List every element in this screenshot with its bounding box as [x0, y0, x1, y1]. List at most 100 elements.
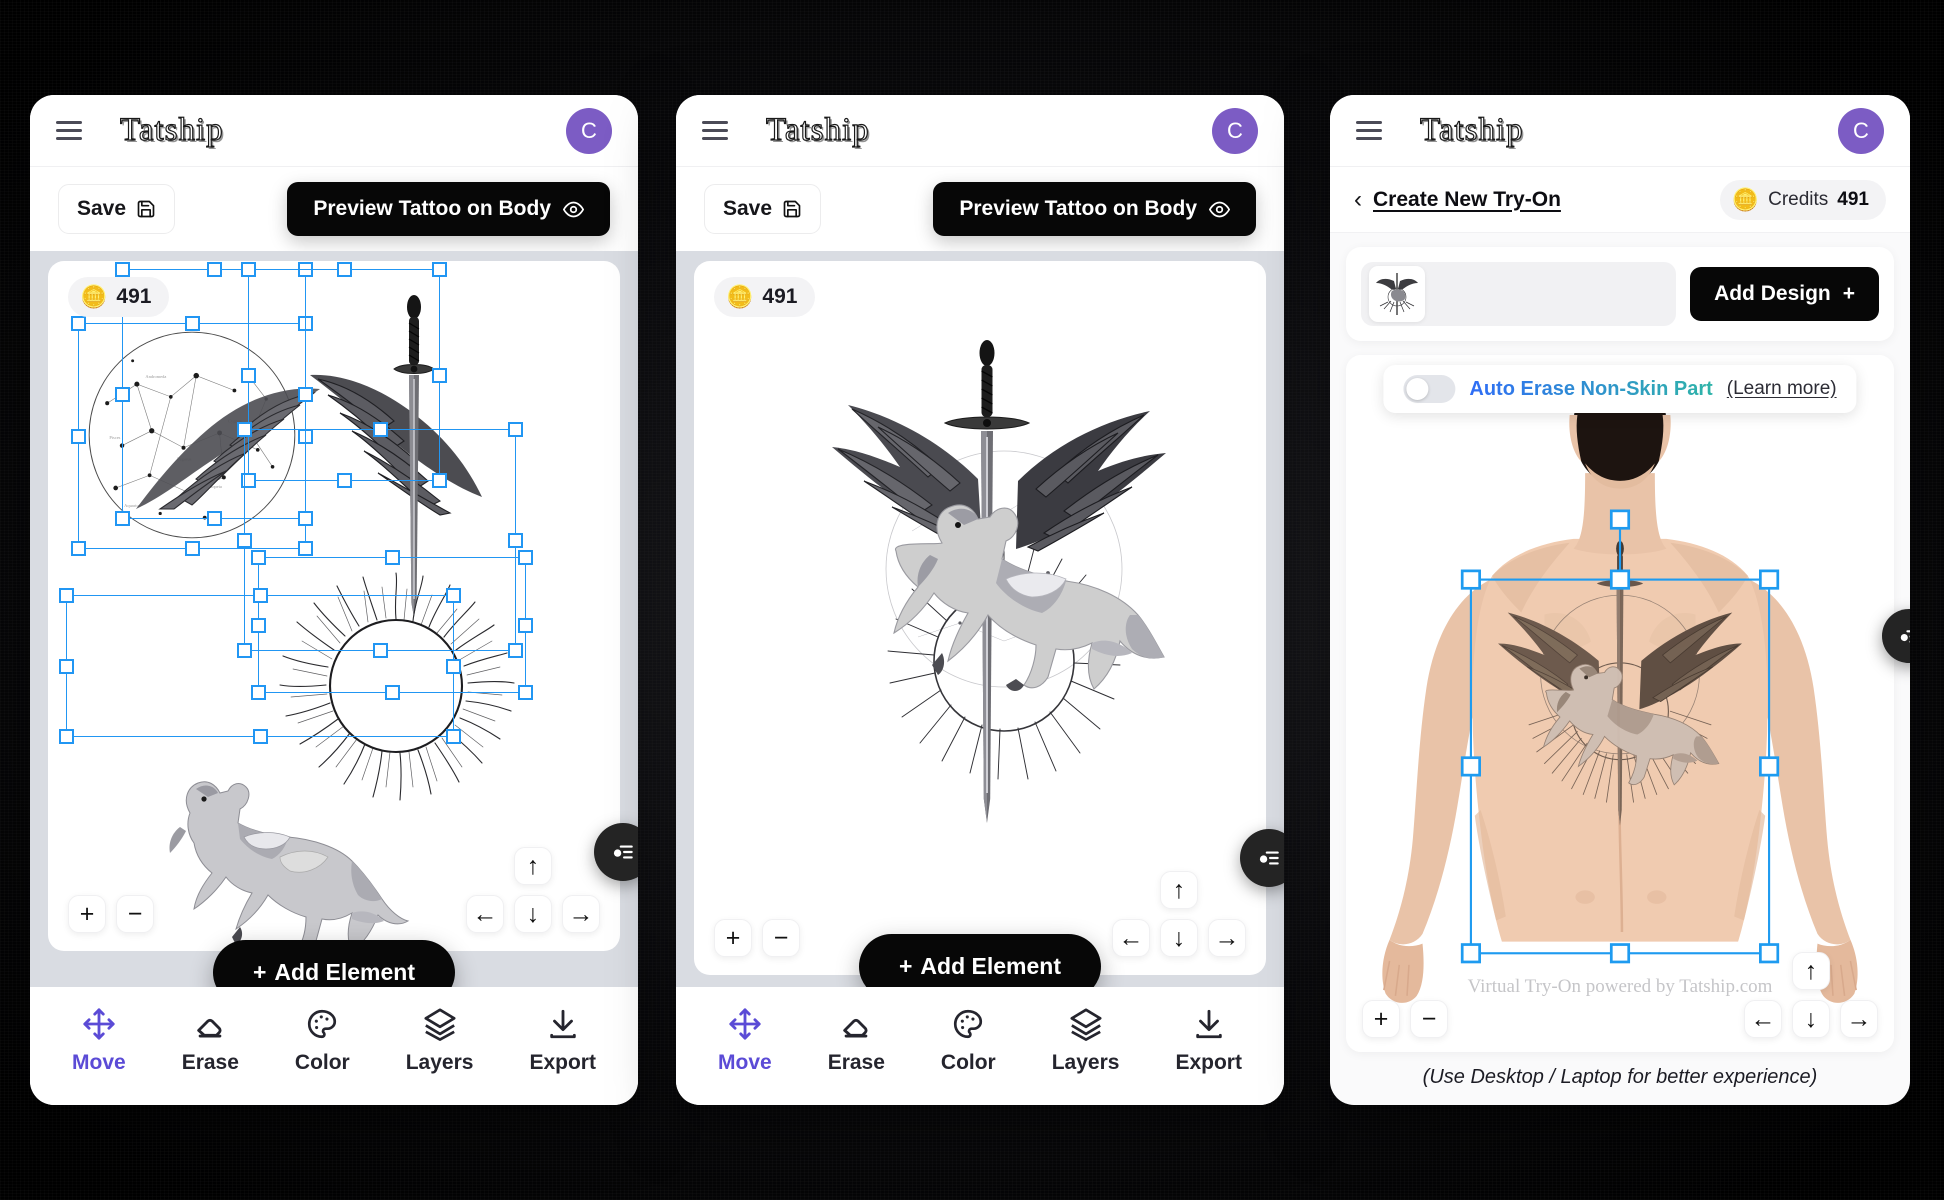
tool-color[interactable]: Color	[295, 1007, 350, 1075]
resize-handle[interactable]	[185, 541, 200, 556]
resize-handle[interactable]	[71, 429, 86, 444]
move-left-button[interactable]: ←	[466, 895, 504, 933]
desktop-recommendation-note: (Use Desktop / Laptop for better experie…	[1422, 1066, 1818, 1088]
move-down-button[interactable]: ↓	[514, 895, 552, 933]
move-up-button[interactable]: ↑	[1160, 871, 1198, 909]
tool-layers[interactable]: Layers	[406, 1007, 473, 1075]
move-up-button[interactable]: ↑	[1792, 952, 1830, 990]
resize-handle[interactable]	[253, 588, 268, 603]
resize-handle[interactable]	[115, 387, 130, 402]
learn-more-link[interactable]: (Learn more)	[1727, 378, 1837, 400]
resize-handle[interactable]	[237, 422, 252, 437]
resize-handle[interactable]	[71, 541, 86, 556]
resize-handle[interactable]	[373, 422, 388, 437]
credits-label: Credits	[1768, 188, 1829, 210]
resize-handle[interactable]	[115, 511, 130, 526]
move-left-button[interactable]: ←	[1744, 1000, 1782, 1038]
resize-handle[interactable]	[385, 550, 400, 565]
layers-slider-icon	[1259, 851, 1279, 865]
move-left-button[interactable]: ←	[1112, 919, 1150, 957]
tool-erase[interactable]: Erase	[182, 1007, 239, 1075]
zoom-out-button[interactable]: −	[1410, 1000, 1448, 1038]
zoom-out-button[interactable]: −	[116, 895, 154, 933]
zoom-in-button[interactable]: +	[1362, 1000, 1400, 1038]
zoom-out-button[interactable]: −	[762, 919, 800, 957]
resize-handle[interactable]	[508, 533, 523, 548]
tool-export-label: Export	[529, 1051, 596, 1074]
resize-handle[interactable]	[432, 368, 447, 383]
resize-handle[interactable]	[508, 422, 523, 437]
resize-handle[interactable]	[241, 368, 256, 383]
preview-tattoo-on-body-button[interactable]: Preview Tattoo on Body	[287, 182, 610, 236]
credits-badge[interactable]: 🪙 Credits 491	[1719, 179, 1886, 220]
add-element-button[interactable]: + Add Element	[858, 934, 1102, 987]
app-header: Tatship C	[1330, 95, 1910, 167]
move-down-button[interactable]: ↓	[1792, 1000, 1830, 1038]
resize-handle[interactable]	[518, 685, 533, 700]
tool-move[interactable]: Move	[72, 1007, 126, 1075]
plus-icon: +	[1842, 282, 1855, 305]
avatar[interactable]: C	[1212, 107, 1258, 154]
chevron-left-icon: ‹	[1354, 185, 1362, 213]
tool-export[interactable]: Export	[1175, 1007, 1242, 1075]
layers-icon	[424, 1008, 456, 1041]
resize-handle[interactable]	[237, 533, 252, 548]
save-button-label: Save	[77, 197, 127, 220]
save-button[interactable]: Save	[58, 184, 176, 234]
move-up-button[interactable]: ↑	[514, 847, 552, 885]
tool-move[interactable]: Move	[718, 1007, 772, 1075]
composed-tattoo[interactable]	[792, 331, 1182, 831]
palette-icon	[308, 1009, 337, 1039]
resize-handle[interactable]	[59, 588, 74, 603]
resize-handle[interactable]	[207, 511, 222, 526]
move-right-button[interactable]: →	[1208, 919, 1246, 957]
resize-handle[interactable]	[446, 729, 461, 744]
tool-color[interactable]: Color	[941, 1007, 996, 1075]
hamburger-icon[interactable]	[56, 121, 82, 140]
resize-handle[interactable]	[518, 618, 533, 633]
resize-handle[interactable]	[446, 659, 461, 674]
preview-tattoo-on-body-button[interactable]: Preview Tattoo on Body	[933, 182, 1256, 236]
zoom-in-button[interactable]: +	[714, 919, 752, 957]
move-down-button[interactable]: ↓	[1160, 919, 1198, 957]
back-to-tryon-link[interactable]: ‹ Create New Try-On	[1354, 185, 1561, 213]
tool-layers[interactable]: Layers	[1052, 1007, 1119, 1075]
tool-move-label: Move	[718, 1051, 772, 1074]
coins-emoji: 🪙	[1731, 186, 1760, 212]
resize-handle[interactable]	[207, 262, 222, 277]
zoom-in-button[interactable]: +	[68, 895, 106, 933]
tool-erase[interactable]: Erase	[828, 1007, 885, 1075]
resize-handle[interactable]	[241, 262, 256, 277]
resize-handle[interactable]	[432, 262, 447, 277]
resize-handle[interactable]	[253, 729, 268, 744]
tool-export[interactable]: Export	[529, 1007, 596, 1075]
tool-navigation-bar: Move Erase Color Layers Export	[676, 987, 1284, 1105]
resize-handle[interactable]	[59, 659, 74, 674]
move-right-button[interactable]: →	[1840, 1000, 1878, 1038]
resize-handle[interactable]	[518, 550, 533, 565]
design-canvas[interactable]: 🪙 491	[694, 261, 1266, 975]
add-design-button[interactable]: Add Design +	[1690, 267, 1879, 321]
resize-handle[interactable]	[71, 316, 86, 331]
design-canvas[interactable]: 🪙 491	[48, 261, 620, 951]
avatar[interactable]: C	[1838, 107, 1884, 154]
design-slot[interactable]	[1361, 262, 1677, 326]
auto-erase-toggle[interactable]	[1403, 375, 1456, 403]
hamburger-icon[interactable]	[702, 121, 728, 140]
resize-handle[interactable]	[115, 262, 130, 277]
add-element-button[interactable]: + Add Element	[212, 940, 456, 987]
tryon-canvas[interactable]: Auto Erase Non-Skin Part (Learn more) Vi…	[1346, 355, 1894, 1052]
avatar[interactable]: C	[566, 107, 612, 154]
pegasus-horse[interactable]	[136, 761, 416, 951]
credits-badge: 🪙 491	[68, 277, 170, 317]
resize-handle[interactable]	[251, 550, 266, 565]
resize-handle[interactable]	[337, 262, 352, 277]
save-button[interactable]: Save	[704, 184, 822, 234]
canvas-stage: 🪙 491	[676, 251, 1284, 987]
hamburger-icon[interactable]	[1356, 121, 1382, 140]
move-right-button[interactable]: →	[562, 895, 600, 933]
resize-handle[interactable]	[446, 588, 461, 603]
resize-handle[interactable]	[59, 729, 74, 744]
selection-box-horse[interactable]	[59, 588, 461, 744]
design-thumbnail[interactable]	[1369, 266, 1425, 322]
